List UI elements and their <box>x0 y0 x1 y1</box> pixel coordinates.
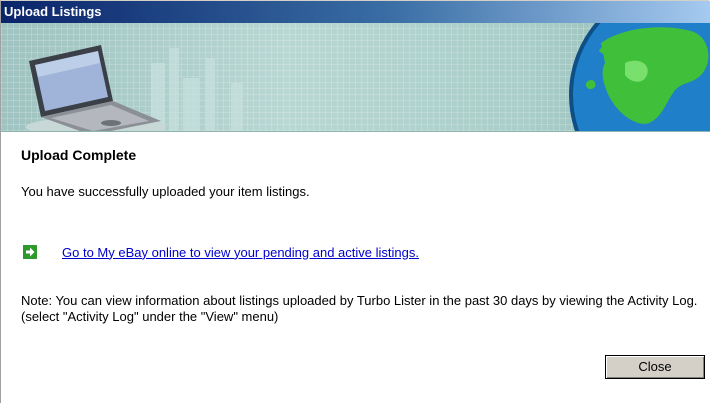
header-banner <box>1 23 710 132</box>
close-button[interactable]: Close <box>605 355 705 379</box>
my-ebay-link-row: Go to My eBay online to view your pendin… <box>23 243 419 261</box>
skyline-decoration <box>151 48 243 131</box>
laptop-icon <box>26 45 166 131</box>
activity-log-note: Note: You can view information about lis… <box>21 293 698 324</box>
my-ebay-link[interactable]: Go to My eBay online to view your pendin… <box>62 245 419 260</box>
success-message: You have successfully uploaded your item… <box>21 184 310 199</box>
upload-listings-dialog: Upload Listings Upload Complete You have… <box>0 0 710 403</box>
upload-complete-heading: Upload Complete <box>21 147 137 163</box>
green-arrow-icon <box>23 245 37 259</box>
window-title: Upload Listings <box>4 4 102 19</box>
globe-icon <box>569 23 710 131</box>
window-title-bar[interactable]: Upload Listings <box>1 1 710 23</box>
banner-graphic <box>26 23 710 131</box>
